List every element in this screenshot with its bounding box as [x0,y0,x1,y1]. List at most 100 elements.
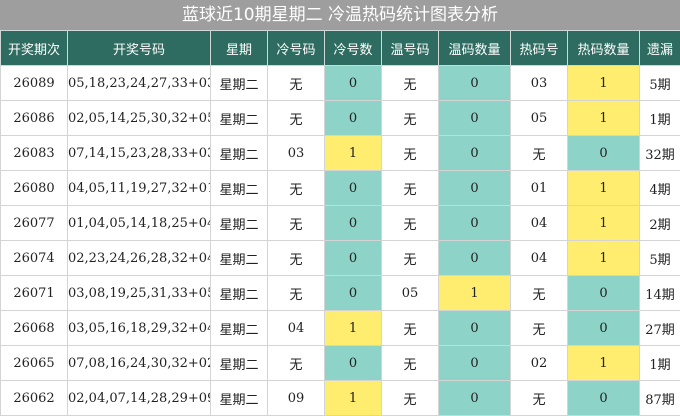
omission-cell: 5期 [640,66,680,101]
cold-number-cell: 无 [268,241,325,276]
cold-number-cell: 无 [268,171,325,206]
col-header-cold-count: 冷号数 [325,31,382,66]
hot-number-cell: 无 [511,381,568,416]
weekday-cell: 星期二 [211,66,268,101]
winning-numbers-cell: 02,04,07,14,28,29+09 [68,381,211,416]
omission-cell: 2期 [640,206,680,241]
hot-count-cell: 1 [568,241,640,276]
table-row: 2606803,05,16,18,29,32+04星期二041无0无027期 [1,311,680,346]
warm-count-cell: 0 [439,311,511,346]
weekday-cell: 星期二 [211,241,268,276]
weekday-cell: 星期二 [211,136,268,171]
hot-number-cell: 02 [511,346,568,381]
col-header-warm-number: 温号码 [382,31,439,66]
winning-numbers-cell: 05,18,23,24,27,33+03 [68,66,211,101]
hot-number-cell: 01 [511,171,568,206]
omission-cell: 14期 [640,276,680,311]
hot-count-cell: 0 [568,381,640,416]
col-header-hot-count: 热码数量 [568,31,640,66]
cold-number-cell: 无 [268,101,325,136]
cold-number-cell: 无 [268,206,325,241]
winning-numbers-cell: 03,05,16,18,29,32+04 [68,311,211,346]
col-header-winning-numbers: 开奖号码 [68,31,211,66]
draw-number-cell: 26077 [1,206,68,241]
hot-count-cell: 0 [568,136,640,171]
draw-number-cell: 26065 [1,346,68,381]
cold-count-cell: 1 [325,381,382,416]
weekday-cell: 星期二 [211,346,268,381]
warm-number-cell: 无 [382,346,439,381]
warm-number-cell: 无 [382,136,439,171]
warm-number-cell: 无 [382,381,439,416]
omission-cell: 5期 [640,241,680,276]
draw-number-cell: 26089 [1,66,68,101]
winning-numbers-cell: 02,23,24,26,28,32+04 [68,241,211,276]
winning-numbers-cell: 04,05,11,19,27,32+01 [68,171,211,206]
omission-cell: 27期 [640,311,680,346]
table-row: 2608905,18,23,24,27,33+03星期二无0无00315期 [1,66,680,101]
hot-count-cell: 1 [568,206,640,241]
stats-table: 开奖期次 开奖号码 星期 冷号码 冷号数 温号码 温码数量 热码号 热码数量 遗… [0,30,680,416]
cold-count-cell: 0 [325,206,382,241]
draw-number-cell: 26062 [1,381,68,416]
cold-count-cell: 0 [325,346,382,381]
hot-count-cell: 0 [568,276,640,311]
warm-number-cell: 无 [382,101,439,136]
warm-number-cell: 无 [382,66,439,101]
col-header-weekday: 星期 [211,31,268,66]
draw-number-cell: 26071 [1,276,68,311]
omission-cell: 1期 [640,101,680,136]
weekday-cell: 星期二 [211,311,268,346]
warm-count-cell: 0 [439,101,511,136]
warm-number-cell: 无 [382,171,439,206]
warm-count-cell: 0 [439,241,511,276]
hot-number-cell: 04 [511,206,568,241]
hot-count-cell: 1 [568,171,640,206]
warm-count-cell: 1 [439,276,511,311]
hot-number-cell: 无 [511,276,568,311]
hot-number-cell: 04 [511,241,568,276]
weekday-cell: 星期二 [211,171,268,206]
weekday-cell: 星期二 [211,381,268,416]
cold-count-cell: 1 [325,311,382,346]
warm-count-cell: 0 [439,66,511,101]
winning-numbers-cell: 02,05,14,25,30,32+05 [68,101,211,136]
warm-number-cell: 无 [382,311,439,346]
omission-cell: 32期 [640,136,680,171]
col-header-omission: 遗漏 [640,31,680,66]
hot-count-cell: 1 [568,66,640,101]
warm-count-cell: 0 [439,346,511,381]
table-row: 2606202,04,07,14,28,29+09星期二091无0无087期 [1,381,680,416]
cold-count-cell: 0 [325,171,382,206]
hot-number-cell: 05 [511,101,568,136]
col-header-warm-count: 温码数量 [439,31,511,66]
table-row: 2608004,05,11,19,27,32+01星期二无0无00114期 [1,171,680,206]
col-header-draw-number: 开奖期次 [1,31,68,66]
col-header-cold-number: 冷号码 [268,31,325,66]
hot-count-cell: 1 [568,346,640,381]
omission-cell: 87期 [640,381,680,416]
table-row: 2607701,04,05,14,18,25+04星期二无0无00412期 [1,206,680,241]
table-row: 2606507,08,16,24,30,32+02星期二无0无00211期 [1,346,680,381]
hot-count-cell: 1 [568,101,640,136]
warm-number-cell: 无 [382,206,439,241]
winning-numbers-cell: 03,08,19,25,31,33+05 [68,276,211,311]
weekday-cell: 星期二 [211,276,268,311]
table-row: 2607103,08,19,25,31,33+05星期二无0051无014期 [1,276,680,311]
warm-count-cell: 0 [439,381,511,416]
draw-number-cell: 26086 [1,101,68,136]
warm-number-cell: 无 [382,241,439,276]
weekday-cell: 星期二 [211,101,268,136]
cold-number-cell: 03 [268,136,325,171]
cold-count-cell: 1 [325,136,382,171]
warm-number-cell: 05 [382,276,439,311]
col-header-hot-number: 热码号 [511,31,568,66]
warm-count-cell: 0 [439,171,511,206]
cold-count-cell: 0 [325,276,382,311]
draw-number-cell: 26068 [1,311,68,346]
hot-number-cell: 03 [511,66,568,101]
cold-number-cell: 无 [268,276,325,311]
weekday-cell: 星期二 [211,206,268,241]
cold-number-cell: 09 [268,381,325,416]
omission-cell: 4期 [640,171,680,206]
